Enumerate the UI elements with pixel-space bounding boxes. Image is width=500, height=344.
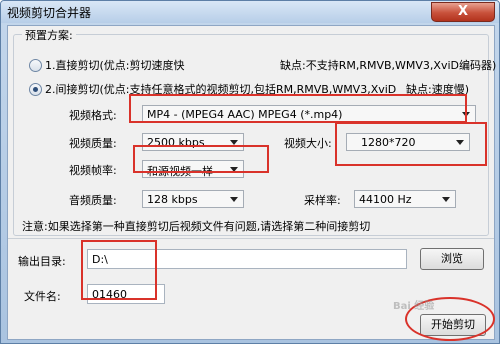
direct-cut-label[interactable]: 1.直接剪切(优点:剪切速度快 — [45, 57, 185, 73]
browse-button[interactable]: 浏览 — [420, 248, 484, 270]
note-text: 注意:如果选择第一种直接剪切后视频文件有问题,请选择第二种间接剪切 — [22, 220, 371, 233]
divider — [8, 238, 494, 239]
video-format-label: 视频格式: — [69, 109, 117, 122]
close-button[interactable]: X — [431, 2, 495, 22]
sample-rate-label: 采样率: — [304, 194, 341, 207]
chevron-down-icon — [230, 197, 238, 202]
chevron-down-icon — [442, 197, 450, 202]
video-size-label: 视频大小: — [284, 137, 332, 150]
direct-cut-drawback: 缺点:不支持RM,RMVB,WMV3,XviD编码器) — [280, 59, 497, 72]
highlight-format — [129, 94, 467, 123]
app-window: 视频剪切合并器 X 预置方案: 1.直接剪切(优点:剪切速度快 缺点:不支持RM… — [0, 0, 500, 344]
sample-rate-value: 44100 Hz — [359, 193, 412, 206]
direct-cut-radio[interactable] — [29, 59, 42, 72]
indirect-cut-radio[interactable] — [29, 83, 42, 96]
highlight-output-fields — [81, 240, 157, 300]
video-quality-label: 视频质量: — [69, 137, 117, 150]
preset-legend: 预置方案: — [22, 27, 76, 43]
highlight-framerate — [133, 145, 269, 173]
audio-quality-select[interactable]: 128 kbps — [142, 190, 244, 208]
title-bar[interactable]: 视频剪切合并器 X — [1, 1, 499, 23]
frame-rate-label: 视频帧率: — [69, 164, 117, 177]
filename-label: 文件名: — [24, 290, 61, 303]
audio-quality-value: 128 kbps — [147, 193, 198, 206]
output-dir-label: 输出目录: — [18, 255, 66, 268]
audio-quality-label: 音频质量: — [69, 194, 117, 207]
sample-rate-select[interactable]: 44100 Hz — [354, 190, 456, 208]
watermark: Bai 经验 — [393, 301, 435, 312]
window-title: 视频剪切合并器 — [7, 6, 92, 20]
highlight-size — [335, 122, 487, 166]
